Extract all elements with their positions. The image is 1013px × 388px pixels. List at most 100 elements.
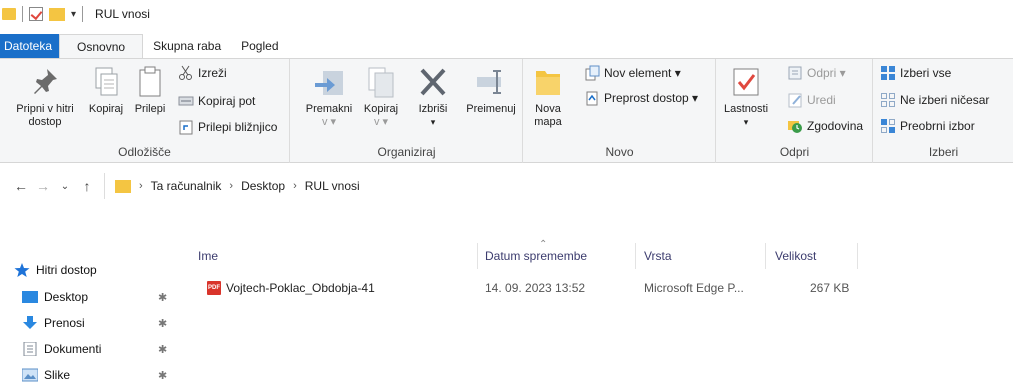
pin-quick-access-button[interactable]: Pripni v hitri dostop [8,65,82,129]
nav-item-label: Desktop [44,290,89,304]
copy-button[interactable]: Kopiraj [84,65,128,116]
move-to-dropdown-icon: v ▾ [321,116,337,128]
select-all-button[interactable]: Izberi vse [880,65,951,81]
select-none-label: Ne izberi ničesar [900,93,990,107]
back-arrow-icon[interactable]: ← [10,178,32,194]
nav-item-pictures[interactable]: Slike [21,368,71,382]
ribbon: Pripni v hitri dostop Kopiraj Prilepi Iz… [0,58,1013,163]
column-size[interactable]: Velikost [775,249,816,263]
copy-path-icon [178,93,194,109]
properties-button[interactable]: Lastnosti ▾ [721,65,771,129]
delete-dropdown-icon: ▾ [430,117,436,127]
folder-icon [115,179,131,193]
copy-to-button[interactable]: Kopiraj v ▾ [359,65,403,129]
column-divider[interactable] [765,243,766,269]
new-folder-button[interactable]: Nova mapa [528,65,568,129]
tab-file[interactable]: Datoteka [0,34,60,58]
file-date-modified: 14. 09. 2023 13:52 [485,281,586,295]
group-select: Izberi vse Ne izberi ničesar Preobrni iz… [874,59,1013,163]
nav-item-label: Prenosi [44,316,85,330]
breadcrumb-chevron-icon[interactable]: › [293,180,297,192]
pin-icon[interactable]: ✱ [158,369,167,382]
easy-access-label: Preprost dostop ▾ [604,91,699,105]
tab-home[interactable]: Osnovno [59,34,144,58]
group-select-label: Izberi [928,145,959,159]
title-bar: ▾ RUL vnosi [0,0,1013,28]
column-type[interactable]: Vrsta [644,249,672,263]
select-none-button[interactable]: Ne izberi ničesar [880,92,989,108]
nav-quick-access-label: Hitri dostop [36,263,97,277]
rename-icon [475,65,507,99]
up-arrow-icon[interactable]: ↑ [76,178,98,194]
ribbon-tabs: Datoteka Osnovno Skupna raba Pogled [0,34,289,58]
column-date-modified[interactable]: Datum spremembe [485,249,587,263]
window-title: RUL vnosi [95,7,150,21]
select-all-label: Izberi vse [900,66,952,80]
forward-arrow-icon[interactable]: → [32,178,54,194]
select-none-icon [880,92,896,108]
file-name[interactable]: Vojtech-Poklac_Obdobja-41 [226,281,375,295]
breadcrumb-desktop[interactable]: Desktop [241,179,285,193]
new-folder-label-line1: Nova [535,103,561,115]
breadcrumb-current-folder[interactable]: RUL vnosi [305,179,360,193]
cut-button[interactable]: Izreži [178,65,227,81]
properties-quick-icon[interactable] [29,7,43,21]
easy-access-button[interactable]: Preprost dostop ▾ [584,90,698,106]
new-folder-label-line2: mapa [534,116,562,128]
pin-icon[interactable]: ✱ [158,291,167,304]
pictures-icon [21,368,39,382]
properties-dropdown-icon: ▾ [743,117,749,127]
new-item-button[interactable]: Nov element ▾ [584,65,681,81]
breadcrumb-chevron-icon[interactable]: › [229,180,233,192]
nav-item-label: Slike [44,368,71,382]
nav-item-documents[interactable]: Dokumenti [22,341,101,357]
group-open-label: Odpri [779,145,810,159]
group-open: Lastnosti ▾ Odpri ▾ Uredi Zgodovina Odpr… [717,59,873,163]
select-all-icon [880,65,896,81]
address-bar: ← → ⌄ ↑ › Ta računalnik › Desktop › RUL … [0,170,1013,202]
rename-button[interactable]: Preimenuj [461,65,521,116]
history-button[interactable]: Zgodovina [787,118,863,134]
recent-locations-chevron-icon[interactable]: ⌄ [54,181,76,192]
copy-to-icon [365,65,397,99]
group-organize: Premakni v ▾ Kopiraj v ▾ Izbriši ▾ Preim… [291,59,523,163]
column-divider[interactable] [477,243,478,269]
rename-label: Preimenuj [466,103,516,115]
paste-shortcut-button[interactable]: Prilepi bližnjico [178,119,277,135]
paste-shortcut-label: Prilepi bližnjico [198,120,278,134]
pin-icon[interactable]: ✱ [158,343,167,356]
edit-button[interactable]: Uredi [787,92,836,108]
invert-selection-icon [880,118,896,134]
delete-button[interactable]: Izbriši ▾ [411,65,455,129]
tab-share[interactable]: Skupna raba [143,34,231,58]
nav-item-downloads[interactable]: Prenosi [22,316,85,330]
group-new-label: Novo [605,145,634,159]
tab-view[interactable]: Pogled [231,34,288,58]
breadcrumb-this-pc[interactable]: Ta računalnik [151,179,222,193]
star-icon [14,263,30,277]
nav-item-desktop[interactable]: Desktop [22,290,88,304]
history-label: Zgodovina [807,119,864,133]
invert-selection-button[interactable]: Preobrni izbor [880,118,975,134]
documents-icon [22,341,38,357]
move-to-button[interactable]: Premakni v ▾ [301,65,357,129]
column-divider[interactable] [857,243,858,269]
nav-quick-access[interactable]: Hitri dostop [14,263,97,277]
pin-icon[interactable]: ✱ [158,317,167,330]
copy-to-label: Kopiraj [363,103,399,115]
group-new: Nova mapa Nov element ▾ Preprost dostop … [524,59,716,163]
breadcrumb-chevron-icon[interactable]: › [139,180,143,192]
paste-button[interactable]: Prilepi [130,65,170,116]
new-folder-quick-icon[interactable] [49,7,65,21]
file-type: Microsoft Edge P... [644,281,744,295]
column-name[interactable]: Ime [198,249,218,263]
address-divider [104,173,105,199]
copy-path-button[interactable]: Kopiraj pot [178,93,255,109]
open-button[interactable]: Odpri ▾ [787,65,846,81]
properties-check-icon [730,65,762,99]
edit-icon [787,92,803,108]
column-divider[interactable] [635,243,636,269]
file-row[interactable]: PDF Vojtech-Poklac_Obdobja-41 14. 09. 20… [190,277,1013,299]
customize-toolbar-arrow-icon[interactable]: ▾ [71,9,76,20]
copy-label: Kopiraj [88,103,124,115]
